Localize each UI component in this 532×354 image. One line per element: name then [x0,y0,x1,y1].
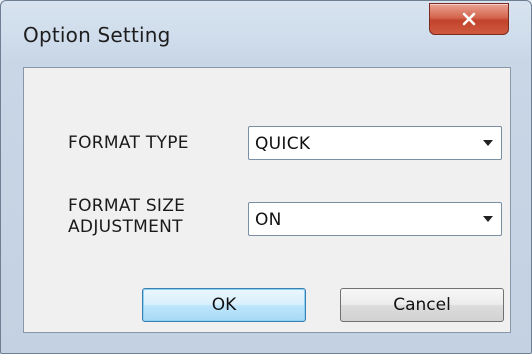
close-x-icon [461,12,477,26]
format-type-label: FORMAT TYPE [68,133,189,153]
close-button[interactable] [429,3,509,35]
format-type-select[interactable]: QUICK [248,126,502,160]
dialog-body: FORMAT TYPE QUICK FORMAT SIZE ADJUSTMENT… [23,67,511,333]
format-size-label-line2: ADJUSTMENT [68,217,183,237]
ok-button[interactable]: OK [142,288,306,322]
chevron-down-icon [483,216,493,222]
dialog-title: Option Setting [23,23,171,47]
format-size-label-line1: FORMAT SIZE [68,196,186,216]
cancel-button[interactable]: Cancel [340,288,504,322]
format-size-adjustment-select[interactable]: ON [248,202,502,236]
chevron-down-icon [483,140,493,146]
format-size-adjustment-value: ON [255,210,282,230]
option-setting-dialog: Option Setting FORMAT TYPE QUICK FORMAT … [0,0,532,354]
format-type-value: QUICK [255,134,311,154]
title-bar[interactable]: Option Setting [1,1,531,61]
